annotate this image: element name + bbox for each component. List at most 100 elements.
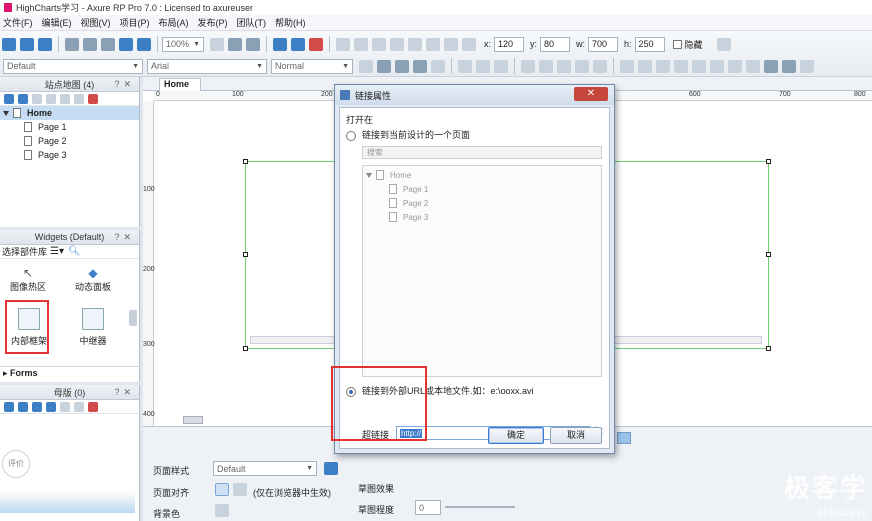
more-icon[interactable] [800, 59, 814, 73]
line-width-icon[interactable] [557, 59, 571, 73]
expand-triangle-icon[interactable] [3, 110, 9, 116]
align-left-icon[interactable] [458, 59, 472, 73]
move-up-icon[interactable] [32, 93, 42, 104]
cut-icon[interactable] [65, 37, 79, 51]
resize-handle[interactable] [766, 252, 771, 257]
bring-front-icon[interactable] [372, 37, 386, 51]
copy-icon[interactable] [83, 37, 97, 51]
open-icon[interactable] [20, 37, 34, 51]
menu-help[interactable]: 帮助(H) [275, 16, 306, 29]
hide-checkbox[interactable] [672, 39, 682, 49]
align-right-icon[interactable] [494, 59, 508, 73]
align-center-icon[interactable] [476, 59, 490, 73]
page-style-select[interactable]: Default ▼ [213, 461, 317, 476]
preview-icon[interactable] [273, 37, 287, 51]
undo-icon[interactable] [119, 37, 133, 51]
group-icon[interactable] [336, 37, 350, 51]
horizontal-scrollbar[interactable] [183, 416, 203, 424]
arrow-style-icon[interactable] [593, 59, 607, 73]
align-icon[interactable] [408, 37, 422, 51]
sitemap-item-page2[interactable]: Page 2 [0, 134, 139, 148]
bottom-icon[interactable] [656, 59, 670, 73]
top-icon[interactable] [620, 59, 634, 73]
resize-handle[interactable] [766, 159, 771, 164]
menu-icon[interactable]: ☰▾ [50, 246, 64, 257]
sketch-degree-field[interactable]: 0 [415, 500, 441, 515]
move-down-icon[interactable] [46, 401, 56, 412]
line-style-icon[interactable] [575, 59, 589, 73]
pointer-icon[interactable] [210, 37, 224, 51]
option-page-link[interactable]: 链接到当前设计的一个页面 [346, 128, 470, 141]
style-editor-icon[interactable] [716, 37, 731, 51]
resize-handle[interactable] [243, 346, 248, 351]
panel-controls[interactable]: ?✕ [114, 232, 135, 243]
sitemap-item-page3[interactable]: Page 3 [0, 148, 139, 162]
delete-master-icon[interactable] [88, 401, 98, 412]
sitemap-item-page1[interactable]: Page 1 [0, 120, 139, 134]
add-page-icon[interactable] [4, 93, 14, 104]
resize-handle[interactable] [243, 159, 248, 164]
close-button[interactable]: ✕ [574, 87, 608, 101]
connector-icon[interactable] [228, 37, 242, 51]
tree-item-page1[interactable]: Page 1 [363, 182, 601, 196]
menu-project[interactable]: 项目(P) [120, 16, 150, 29]
middle-icon[interactable] [638, 59, 652, 73]
new-icon[interactable] [2, 37, 16, 51]
h-field[interactable]: 250 [634, 36, 665, 52]
select-mode-icon[interactable] [246, 37, 260, 51]
library-label[interactable]: 选择部件库 [2, 245, 47, 258]
generate-icon[interactable] [309, 37, 323, 51]
paste-icon[interactable] [101, 37, 115, 51]
tab-home[interactable]: Home [159, 78, 201, 91]
panel-controls[interactable]: ?✕ [114, 79, 135, 90]
distribute-h-icon[interactable] [728, 59, 742, 73]
align-center-icon[interactable] [233, 483, 247, 496]
widget-dynamic-panel[interactable]: ◆ 动态面板 [72, 266, 114, 293]
widget-style-select[interactable]: Default ▼ [3, 58, 143, 74]
tree-item-page2[interactable]: Page 2 [363, 196, 601, 210]
resize-handle[interactable] [766, 346, 771, 351]
grid-icon[interactable] [462, 37, 476, 51]
sitemap-item-home[interactable]: Home [0, 106, 139, 120]
panel-controls[interactable]: ?✕ [114, 387, 135, 398]
resize-handle[interactable] [243, 252, 248, 257]
distribute-v-icon[interactable] [746, 59, 760, 73]
menu-file[interactable]: 文件(F) [3, 16, 33, 29]
border-color-icon[interactable] [539, 59, 553, 73]
radio-page[interactable] [346, 130, 356, 141]
sketch-slider[interactable] [445, 506, 515, 508]
share-icon[interactable] [291, 37, 305, 51]
indent-icon[interactable] [60, 93, 70, 104]
font-weight-select[interactable]: Normal ▼ [271, 58, 353, 74]
font-family-select[interactable]: Arial ▼ [147, 58, 267, 74]
bold-icon[interactable] [377, 59, 391, 73]
search-icon[interactable]: 🔍︎ [68, 246, 81, 257]
add-folder-icon[interactable] [18, 93, 28, 104]
font-size-icon[interactable] [359, 59, 373, 73]
save-icon[interactable] [38, 37, 52, 51]
left-icon[interactable] [674, 59, 688, 73]
tree-item-page3[interactable]: Page 3 [363, 210, 601, 224]
edit-style-icon[interactable] [324, 462, 338, 475]
tree-item-home[interactable]: Home [363, 168, 601, 182]
font-color-icon[interactable] [431, 59, 445, 73]
move-down-icon[interactable] [46, 93, 56, 104]
splitter-handle[interactable] [617, 432, 631, 444]
delete-page-icon[interactable] [88, 93, 98, 104]
send-back-icon[interactable] [390, 37, 404, 51]
lock-icon[interactable] [444, 37, 458, 51]
widget-image-hotspot[interactable]: ↖ 图像热区 [8, 266, 48, 293]
scrollbar[interactable] [129, 310, 137, 326]
bg-color-icon[interactable] [215, 504, 229, 517]
widget-repeater[interactable]: 中继器 [72, 308, 114, 347]
menu-edit[interactable]: 编辑(E) [42, 16, 72, 29]
fill-color-icon[interactable] [521, 59, 535, 73]
menu-publish[interactable]: 发布(P) [198, 16, 228, 29]
underline-icon[interactable] [413, 59, 427, 73]
avatar[interactable]: 评价 [2, 450, 30, 478]
align-left-icon[interactable] [215, 483, 229, 496]
w-field[interactable]: 700 [588, 36, 619, 52]
y-field[interactable]: 80 [540, 36, 571, 52]
menu-team[interactable]: 团队(T) [237, 16, 267, 29]
outdent-icon[interactable] [74, 93, 84, 104]
